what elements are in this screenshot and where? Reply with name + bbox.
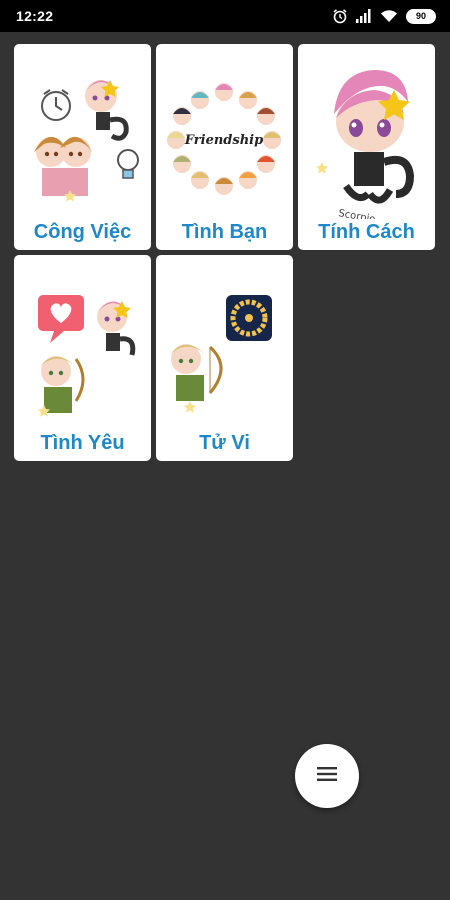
signal-icon (356, 9, 372, 23)
status-time: 12:22 (16, 8, 54, 24)
card-label: Tử Vi (199, 432, 250, 454)
scorpio-text: Scorpio (337, 208, 376, 219)
menu-icon (317, 766, 337, 787)
card-tu-vi[interactable]: Tử Vi (156, 255, 293, 461)
work-zodiac-illustration (34, 80, 139, 202)
card-label: Tình Yêu (40, 432, 125, 454)
category-grid: Công Việc Friendship Tình Bạn Scorpio Tí… (14, 44, 435, 461)
friendship-text: Friendship (184, 133, 263, 148)
battery-icon: 90 (406, 8, 436, 24)
horoscope-zodiac-illustration (168, 295, 272, 413)
love-zodiac-illustration (38, 295, 136, 417)
card-tinh-ban[interactable]: Friendship Tình Bạn (156, 44, 293, 250)
menu-button[interactable] (295, 744, 359, 808)
alarm-icon (332, 8, 348, 24)
status-icons: 90 (332, 8, 436, 24)
card-label: Tình Bạn (181, 221, 268, 243)
card-tinh-yeu[interactable]: Tình Yêu (14, 255, 151, 461)
friendship-zodiac-illustration: Friendship (167, 83, 281, 195)
card-tinh-cach[interactable]: Scorpio Tính Cách (298, 44, 435, 250)
battery-level: 90 (415, 11, 426, 21)
personality-zodiac-illustration: Scorpio (316, 70, 415, 219)
card-label: Tính Cách (318, 221, 415, 243)
status-bar: 12:22 90 (0, 0, 450, 32)
wifi-icon (380, 9, 398, 23)
card-cong-viec[interactable]: Công Việc (14, 44, 151, 250)
card-label: Công Việc (33, 221, 132, 243)
